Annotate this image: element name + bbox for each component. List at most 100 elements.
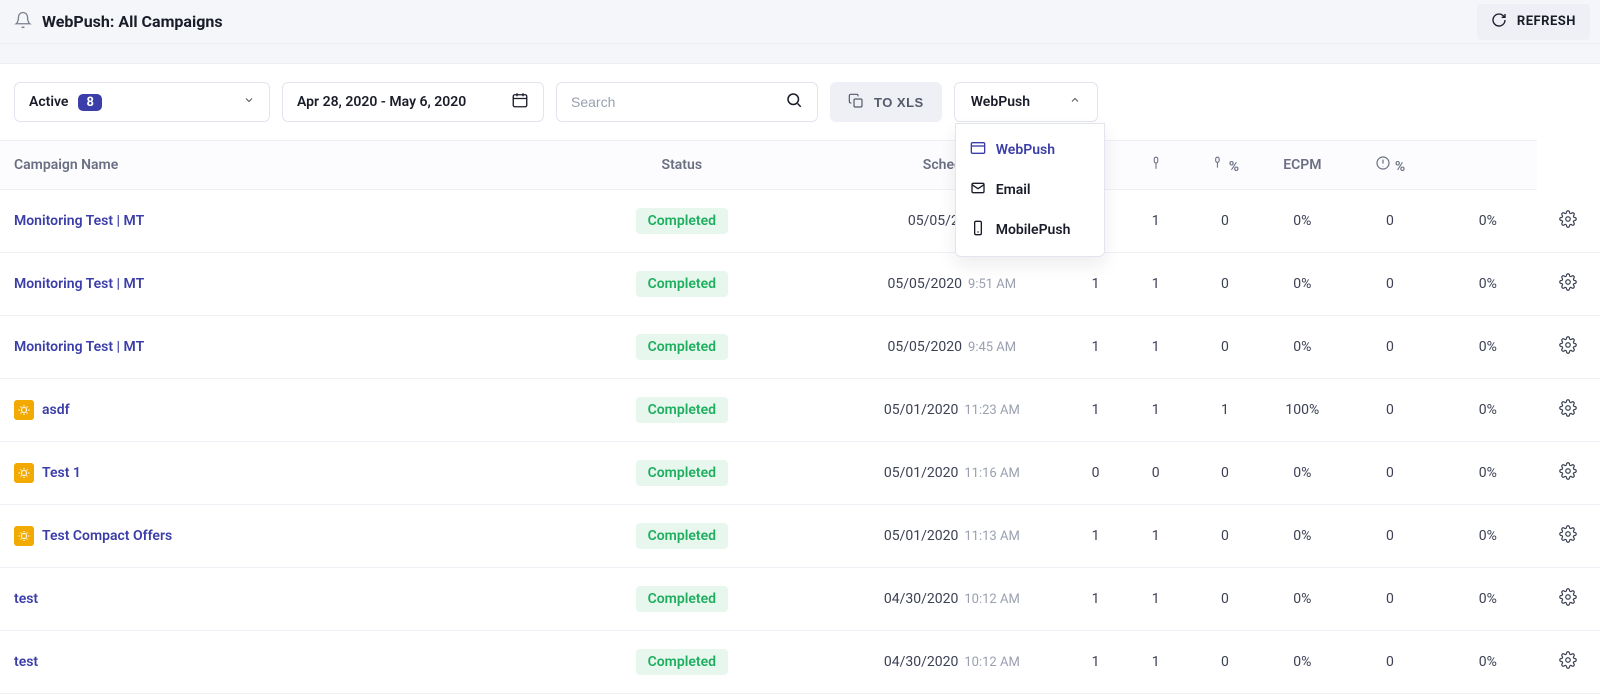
- channel-option-email[interactable]: Email: [956, 170, 1104, 210]
- metric-cell: 0: [1341, 442, 1439, 505]
- campaign-link[interactable]: asdf: [14, 400, 70, 420]
- campaign-link[interactable]: Monitoring Test | MT: [14, 339, 144, 355]
- table-row: testCompleted04/30/202010:12 AM1100%00%: [0, 568, 1600, 631]
- status-badge: Completed: [636, 208, 728, 234]
- metric-cell: 0: [1186, 505, 1263, 568]
- metric-cell: 1: [1066, 631, 1125, 694]
- channel-select-dropdown[interactable]: WebPush WebPush Email MobilePus: [954, 82, 1098, 122]
- table-row: Test Compact OffersCompleted05/01/202011…: [0, 505, 1600, 568]
- status-filter-count-badge: 8: [78, 94, 101, 111]
- campaign-link[interactable]: Monitoring Test | MT: [14, 213, 144, 229]
- metric-cell: 0%: [1439, 568, 1537, 631]
- metric-cell: 0%: [1264, 316, 1341, 379]
- metric-cell: 1: [1125, 316, 1186, 379]
- channel-select-label: WebPush: [971, 94, 1030, 110]
- export-xls-label: TO XLS: [874, 95, 924, 110]
- status-filter-label: Active: [29, 94, 68, 110]
- campaign-name: test: [14, 654, 38, 670]
- schedule-date: 05/05/2020: [888, 276, 963, 292]
- metric-cell: 0: [1186, 631, 1263, 694]
- date-range-picker[interactable]: Apr 28, 2020 - May 6, 2020: [282, 82, 544, 122]
- metric-cell: 0%: [1439, 190, 1537, 253]
- metric-cell: 0: [1341, 631, 1439, 694]
- col-header-status[interactable]: Status: [526, 141, 838, 190]
- schedule-time: 10:12 AM: [964, 592, 1019, 607]
- campaign-name: Monitoring Test | MT: [14, 276, 144, 292]
- campaign-name: Test Compact Offers: [42, 528, 172, 544]
- status-badge: Completed: [636, 523, 728, 549]
- status-badge: Completed: [636, 460, 728, 486]
- row-settings-button[interactable]: [1559, 342, 1577, 358]
- metric-cell: 0%: [1264, 190, 1341, 253]
- metric-cell: 0: [1125, 442, 1186, 505]
- row-settings-button[interactable]: [1559, 279, 1577, 295]
- channel-option-label: Email: [996, 182, 1031, 198]
- browser-icon: [970, 140, 986, 160]
- campaign-link[interactable]: Test 1: [14, 463, 81, 483]
- table-row: Monitoring Test | MTCompleted05/05/20209…: [0, 316, 1600, 379]
- metric-cell: 0%: [1439, 379, 1537, 442]
- metric-cell: 1: [1066, 568, 1125, 631]
- campaign-link[interactable]: test: [14, 591, 38, 607]
- metric-cell: 0%: [1264, 442, 1341, 505]
- schedule-time: 11:23 AM: [964, 403, 1019, 418]
- col-header-name[interactable]: Campaign Name: [0, 141, 526, 190]
- metric-cell: 1: [1066, 379, 1125, 442]
- col-header-click-rate[interactable]: %: [1186, 141, 1263, 190]
- chevron-down-icon: [243, 94, 255, 110]
- search-input[interactable]: [571, 94, 785, 110]
- status-badge: Completed: [636, 334, 728, 360]
- status-badge: Completed: [636, 397, 728, 423]
- channel-option-webpush[interactable]: WebPush: [956, 130, 1104, 170]
- col-header-ecpm[interactable]: ECPM: [1264, 141, 1341, 190]
- table-row: Monitoring Test | MTCompleted05/05/20209…: [0, 253, 1600, 316]
- row-settings-button[interactable]: [1559, 531, 1577, 547]
- metric-cell: 1: [1125, 505, 1186, 568]
- metric-cell: 0: [1186, 253, 1263, 316]
- table-row: asdfCompleted05/01/202011:23 AM111100%00…: [0, 379, 1600, 442]
- metric-cell: 0: [1341, 190, 1439, 253]
- campaign-link[interactable]: Test Compact Offers: [14, 526, 172, 546]
- campaign-name: test: [14, 591, 38, 607]
- campaign-link[interactable]: test: [14, 654, 38, 670]
- row-settings-button[interactable]: [1559, 594, 1577, 610]
- row-settings-button[interactable]: [1559, 657, 1577, 673]
- metric-cell: 1: [1125, 379, 1186, 442]
- metric-cell: 0: [1186, 568, 1263, 631]
- ab-test-icon: [14, 526, 34, 546]
- metric-cell: 0: [1186, 442, 1263, 505]
- metric-cell: 0%: [1439, 316, 1537, 379]
- metric-cell: 1: [1125, 568, 1186, 631]
- schedule-date: 05/05/2020: [888, 339, 963, 355]
- metric-cell: 0%: [1439, 253, 1537, 316]
- refresh-label: REFRESH: [1517, 14, 1576, 29]
- metric-cell: 0: [1066, 442, 1125, 505]
- channel-option-label: MobilePush: [996, 222, 1071, 238]
- metric-cell: 1: [1066, 253, 1125, 316]
- metric-cell: 0%: [1264, 568, 1341, 631]
- campaign-link[interactable]: Monitoring Test | MT: [14, 276, 144, 292]
- refresh-button[interactable]: REFRESH: [1477, 4, 1590, 40]
- schedule-date: 04/30/2020: [884, 591, 959, 607]
- col-header-clicks[interactable]: [1125, 141, 1186, 190]
- metric-cell: 1: [1066, 316, 1125, 379]
- row-settings-button[interactable]: [1559, 405, 1577, 421]
- channel-option-mobilepush[interactable]: MobilePush: [956, 210, 1104, 250]
- metric-cell: 0: [1341, 316, 1439, 379]
- calendar-icon: [511, 91, 529, 113]
- search-box[interactable]: [556, 82, 818, 122]
- status-filter-dropdown[interactable]: Active 8: [14, 82, 270, 122]
- row-settings-button[interactable]: [1559, 216, 1577, 232]
- table-row: testCompleted04/30/202010:12 AM1100%00%: [0, 631, 1600, 694]
- status-badge: Completed: [636, 586, 728, 612]
- schedule-date: 05/01/2020: [884, 465, 959, 481]
- metric-cell: 1: [1125, 631, 1186, 694]
- campaign-name: Test 1: [42, 465, 81, 481]
- col-header-error-rate[interactable]: %: [1341, 141, 1439, 190]
- campaign-name: Monitoring Test | MT: [14, 339, 144, 355]
- metric-cell: 0%: [1264, 631, 1341, 694]
- error-icon: [1375, 159, 1391, 175]
- row-settings-button[interactable]: [1559, 468, 1577, 484]
- phone-icon: [970, 220, 986, 240]
- export-xls-button[interactable]: TO XLS: [830, 82, 942, 122]
